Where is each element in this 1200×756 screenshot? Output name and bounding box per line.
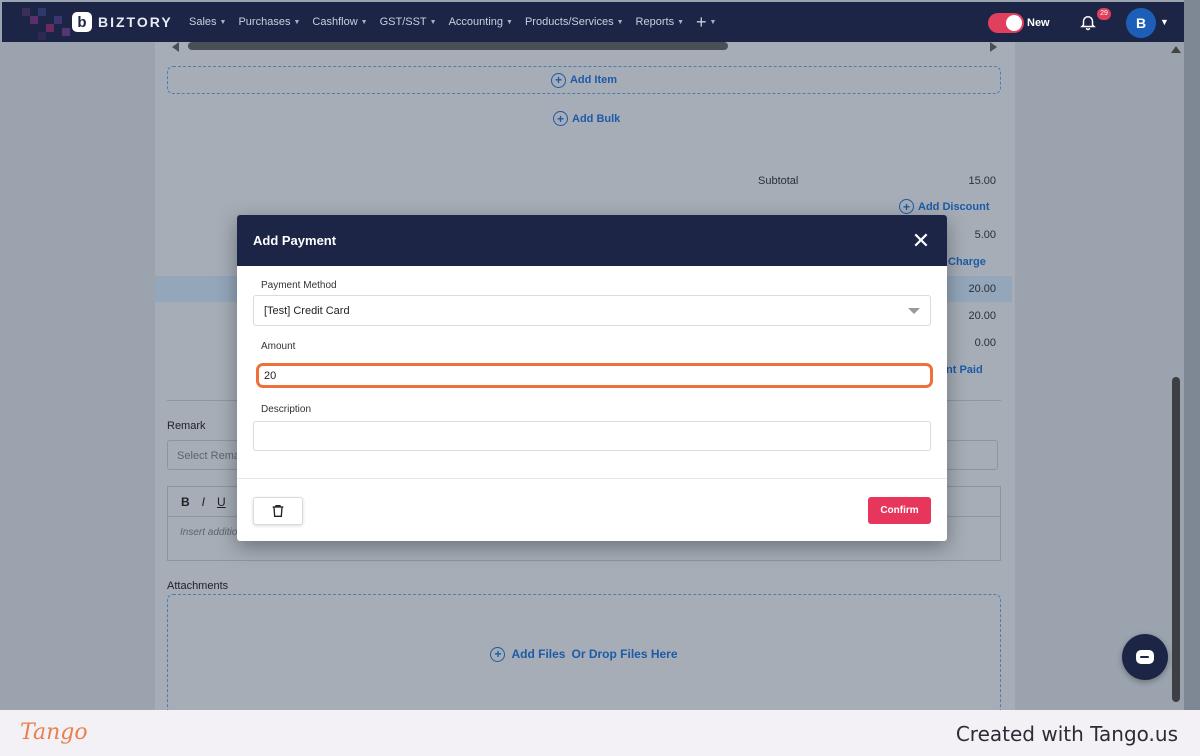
add-payment-modal: Add Payment ✕ Payment Method [Test] Cred… — [237, 215, 947, 541]
logo-pixel-decoration — [22, 8, 70, 40]
created-with-text: Created with Tango.us — [955, 722, 1178, 746]
subtotal-label: Subtotal — [758, 175, 799, 187]
add-bulk-label: Add Bulk — [572, 112, 621, 125]
main-menu: Sales ▼ Purchases ▼ Cashflow ▼ GST/SST ▼ Acc… — [189, 2, 716, 42]
new-ui-toggle[interactable] — [988, 13, 1024, 33]
vertical-scrollbar[interactable] — [1168, 42, 1184, 710]
underline-button[interactable]: U — [217, 495, 226, 509]
remark-label: Remark — [167, 420, 206, 432]
menu-sales[interactable]: Sales ▼ — [189, 16, 226, 28]
balance-value: 0.00 — [974, 337, 996, 349]
amount-label: Amount — [261, 341, 296, 352]
payment-method-value: [Test] Credit Card — [264, 304, 350, 317]
menu-label: Sales — [189, 16, 217, 28]
plus-circle-icon: + — [550, 72, 566, 88]
window-edge — [1184, 0, 1200, 710]
menu-purchases[interactable]: Purchases ▼ — [238, 16, 300, 28]
avatar[interactable]: B — [1126, 8, 1156, 38]
caret-down-icon: ▼ — [429, 18, 437, 26]
bold-button[interactable]: B — [181, 495, 190, 509]
toggle-knob — [1006, 15, 1022, 31]
modal-header: Add Payment ✕ — [237, 215, 947, 266]
attachments-label: Attachments — [167, 580, 229, 592]
notification-badge: 29 — [1097, 8, 1111, 20]
description-input[interactable] — [253, 421, 931, 451]
caret-down-icon: ▼ — [709, 18, 717, 26]
drop-files-label: Or Drop Files Here — [571, 647, 678, 661]
tango-logo: Tango — [20, 720, 88, 745]
record-payment-link[interactable]: nt Paid — [946, 364, 983, 376]
total-value: 20.00 — [968, 283, 996, 295]
scroll-up-arrow-icon[interactable] — [1171, 46, 1181, 53]
scrollbar-thumb[interactable] — [188, 42, 728, 50]
menu-accounting[interactable]: Accounting ▼ — [449, 16, 513, 28]
brand-name: BIZTORY — [98, 14, 173, 30]
close-icon[interactable]: ✕ — [911, 229, 931, 252]
menu-label: GST/SST — [379, 16, 427, 28]
amount-input[interactable] — [256, 363, 933, 388]
menu-label: Reports — [635, 16, 675, 28]
dropdown-arrow-icon — [908, 307, 920, 314]
brand-mark-icon: b — [72, 12, 92, 32]
horizontal-scrollbar[interactable] — [172, 42, 997, 52]
menu-label: Purchases — [238, 16, 291, 28]
add-item-button[interactable]: + Add Item — [167, 66, 1001, 94]
modal-title: Add Payment — [253, 233, 337, 248]
caret-down-icon: ▼ — [219, 18, 227, 26]
scrollbar-thumb[interactable] — [1172, 377, 1180, 702]
add-discount-button[interactable]: + Add Discount — [899, 199, 990, 214]
chat-launcher-button[interactable] — [1122, 634, 1168, 680]
plus-circle-icon: + — [553, 111, 568, 126]
menu-label: Accounting — [448, 16, 504, 28]
payment-method-label: Payment Method — [261, 280, 337, 291]
tango-footer: Tango Created with Tango.us — [0, 710, 1200, 756]
confirm-button[interactable]: Confirm — [868, 497, 931, 524]
subtotal-value: 15.00 — [968, 175, 996, 187]
menu-label: Products/Services — [524, 16, 614, 28]
trash-icon — [272, 505, 284, 517]
plus-circle-icon: + — [899, 199, 914, 214]
paid-value: 20.00 — [968, 310, 996, 322]
caret-down-icon: ▼ — [506, 18, 513, 26]
brand-logo[interactable]: b BIZTORY — [72, 12, 173, 32]
file-dropzone[interactable]: + Add Files Or Drop Files Here — [167, 594, 1001, 714]
menu-reports[interactable]: Reports ▼ — [636, 16, 684, 28]
add-files-label: Add Files — [511, 647, 566, 661]
delete-payment-button[interactable] — [253, 497, 303, 525]
caret-down-icon: ▼ — [293, 18, 301, 26]
menu-label: Cashflow — [312, 16, 358, 28]
add-charge-link[interactable]: Charge — [948, 256, 986, 268]
quick-add-menu[interactable]: + ▼ — [696, 13, 716, 31]
menu-gst-sst[interactable]: GST/SST ▼ — [380, 16, 437, 28]
menu-cashflow[interactable]: Cashflow ▼ — [312, 16, 367, 28]
caret-down-icon: ▼ — [616, 18, 624, 26]
add-bulk-button[interactable]: + Add Bulk — [553, 111, 620, 126]
caret-down-icon: ▼ — [360, 18, 368, 26]
scroll-right-arrow-icon[interactable] — [990, 42, 997, 52]
caret-down-icon: ▼ — [677, 18, 685, 26]
description-label: Description — [261, 404, 312, 415]
payment-method-select[interactable]: [Test] Credit Card — [253, 295, 931, 326]
scroll-left-arrow-icon[interactable] — [172, 42, 179, 52]
italic-button[interactable]: I — [202, 495, 205, 509]
plus-circle-icon: + — [490, 646, 506, 662]
add-item-label: Add Item — [569, 74, 618, 86]
add-discount-label: Add Discount — [918, 200, 990, 213]
toggle-label: New — [1027, 17, 1050, 29]
menu-products-services[interactable]: Products/Services ▼ — [525, 16, 624, 28]
plus-icon: + — [696, 12, 707, 32]
chat-icon — [1136, 650, 1154, 664]
bell-icon[interactable] — [1079, 13, 1097, 31]
top-navbar: b BIZTORY Sales ▼ Purchases ▼ Cashflow ▼ GS… — [2, 2, 1184, 42]
tax-value: 5.00 — [974, 229, 996, 241]
chevron-down-icon[interactable]: ▼ — [1160, 17, 1169, 27]
modal-footer-divider — [237, 478, 947, 479]
